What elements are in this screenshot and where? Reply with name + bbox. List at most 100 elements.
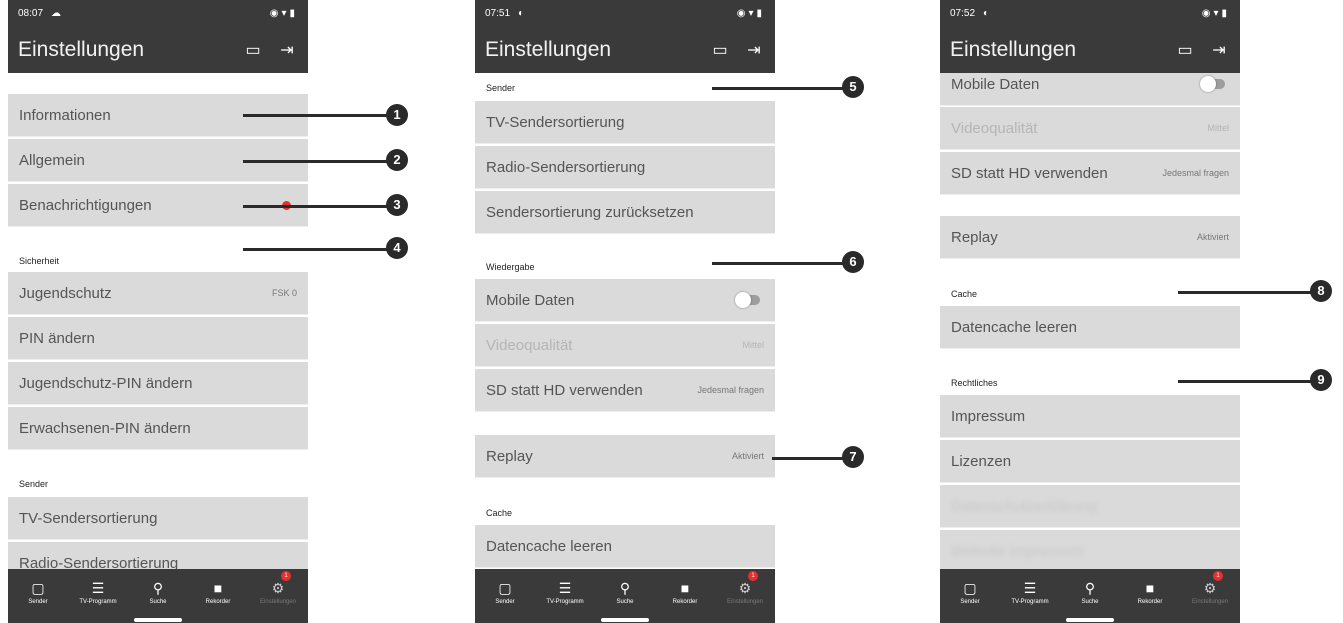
home-indicator[interactable] [1066,618,1114,622]
logout-icon[interactable]: ⇥ [743,40,765,60]
mobile-data-toggle[interactable] [1200,76,1225,92]
row-value: Mittel [742,340,764,350]
logout-icon[interactable]: ⇥ [1208,40,1230,60]
mobile-data-toggle[interactable] [735,292,760,308]
gear-icon: ⚙ [271,580,285,596]
cast-icon[interactable]: ▭ [242,40,264,60]
callout-number-1: 1 [386,104,408,126]
search-icon: ⚲ [1084,580,1096,596]
list-icon: ☰ [91,580,105,596]
row-label: Mobile Daten [951,75,1040,93]
callout-number-6: 6 [842,251,864,273]
callout-number-4: 4 [386,237,408,259]
row-mobile-daten[interactable]: Mobile Daten [475,279,775,322]
row-replay[interactable]: Replay Aktiviert [940,216,1240,259]
row-value: Aktiviert [731,451,764,461]
row-lizenzen[interactable]: Lizenzen [940,440,1240,483]
bottom-nav: ▢ Sender ☰ TV-Programm ⚲ Suche ■ Rekorder ⚙ 1… [940,569,1240,615]
row-label: Replay [486,447,533,465]
settings-list: Mobile Daten Videoqualität Mittel SD stat… [940,73,1240,569]
home-indicator[interactable] [134,618,182,622]
row-website-impressum[interactable]: Website-Impressum [940,530,1240,569]
nav-suche[interactable]: ⚲ Suche [1060,569,1120,615]
row-label: Lizenzen [951,452,1012,470]
row-mobile-daten[interactable]: Mobile Daten [940,73,1240,106]
nav-sender[interactable]: ▢ Sender [475,569,535,615]
row-label: Datencache leeren [951,318,1077,336]
row-label: Website-Impressum [951,542,1085,560]
row-value: Mittel [1207,123,1229,133]
nav-einstellungen[interactable]: ⚙ 1 Einstellungen [1180,569,1240,615]
row-label: Videoqualität [486,336,573,354]
row-radio-sendersortierung[interactable]: Radio-Sendersortierung [8,542,308,569]
row-label: TV-Sendersortierung [19,509,158,527]
home-indicator[interactable] [601,618,649,622]
row-pin-aendern[interactable]: PIN ändern [8,317,308,360]
nav-label: Einstellungen [726,599,764,605]
search-icon: ⚲ [619,580,631,596]
app-bar: Einstellungen ▭ ⇥ [475,27,775,73]
app-notification-icon: ◐ [983,8,990,19]
nav-tv-programm[interactable]: ☰ TV-Programm [535,569,595,615]
nav-sender[interactable]: ▢ Sender [8,569,68,615]
gear-icon: ⚙ [738,580,752,596]
row-sd-statt-hd[interactable]: SD statt HD verwenden Jedesmal fragen [940,152,1240,195]
row-sendersortierung-zuruecksetzen[interactable]: Sendersortierung zurücksetzen [475,191,775,234]
nav-suche[interactable]: ⚲ Suche [128,569,188,615]
row-replay[interactable]: Replay Aktiviert [475,435,775,478]
callout-number-9: 9 [1310,369,1332,391]
nav-einstellungen[interactable]: ⚙ 1 Einstellungen [248,569,308,615]
row-datenschutz[interactable]: Datenschutzerklärung [940,485,1240,528]
row-label: Benachrichtigungen [19,196,152,214]
nav-label: TV-Programm [546,599,584,605]
callout-line-2 [243,160,388,163]
row-label: Allgemein [19,151,85,169]
cast-icon[interactable]: ▭ [709,40,731,60]
row-label: SD statt HD verwenden [951,164,1108,182]
nav-tv-programm[interactable]: ☰ TV-Programm [1000,569,1060,615]
row-jugendschutz[interactable]: Jugendschutz FSK 0 [8,272,308,315]
callout-line-1 [243,114,388,117]
logout-icon[interactable]: ⇥ [276,40,298,60]
nav-rekorder[interactable]: ■ Rekorder [655,569,715,615]
row-erwachsenen-pin[interactable]: Erwachsenen-PIN ändern [8,407,308,450]
row-datencache-leeren[interactable]: Datencache leeren [940,306,1240,349]
row-tv-sendersortierung[interactable]: TV-Sendersortierung [8,497,308,540]
nav-einstellungen[interactable]: ⚙ 1 Einstellungen [715,569,775,615]
bottom-nav: ▢ Sender ☰ TV-Programm ⚲ Suche ■ Rekorder ⚙ 1… [8,569,308,615]
section-header: Cache [951,289,978,299]
signal-battery-icons: ◉▾▮ [736,8,765,19]
row-tv-sendersortierung[interactable]: TV-Sendersortierung [475,101,775,144]
row-label: Datencache leeren [486,537,612,555]
row-radio-sendersortierung[interactable]: Radio-Sendersortierung [475,146,775,189]
row-impressum[interactable]: Impressum [940,395,1240,438]
row-datencache-leeren[interactable]: Datencache leeren [475,525,775,568]
signal-battery-icons: ◉▾▮ [269,8,298,19]
row-label: Radio-Sendersortierung [19,554,179,570]
nav-tv-programm[interactable]: ☰ TV-Programm [68,569,128,615]
settings-list: Informationen Allgemein Benachrichtigung… [8,73,308,569]
row-label: Sendersortierung zurücksetzen [486,203,694,221]
signal-battery-icons: ◉▾▮ [1201,8,1230,19]
row-label: PIN ändern [19,329,95,347]
settings-list: Sender TV-Sendersortierung Radio-Senders… [475,73,775,569]
row-label: Jugendschutz [19,284,112,302]
phone-screen-3: 07:52 ◐ ◉▾▮ Einstellungen ▭ ⇥ Mobile Dat… [940,0,1240,623]
callout-line-5 [712,87,844,90]
cast-icon[interactable]: ▭ [1174,40,1196,60]
row-label: Informationen [19,106,111,124]
nav-label: Sender [495,599,515,605]
nav-rekorder[interactable]: ■ Rekorder [188,569,248,615]
nav-suche[interactable]: ⚲ Suche [595,569,655,615]
nav-label: Einstellungen [1191,599,1229,605]
row-label: Datenschutzerklärung [951,497,1097,515]
page-title: Einstellungen [485,38,612,61]
row-jugendschutz-pin[interactable]: Jugendschutz-PIN ändern [8,362,308,405]
nav-sender[interactable]: ▢ Sender [940,569,1000,615]
status-bar: 07:51 ◐ ◉▾▮ [475,0,775,27]
tv-icon: ▢ [963,580,977,596]
row-sd-statt-hd[interactable]: SD statt HD verwenden Jedesmal fragen [475,369,775,412]
nav-label: Sender [960,599,980,605]
nav-rekorder[interactable]: ■ Rekorder [1120,569,1180,615]
callout-number-5: 5 [842,76,864,98]
